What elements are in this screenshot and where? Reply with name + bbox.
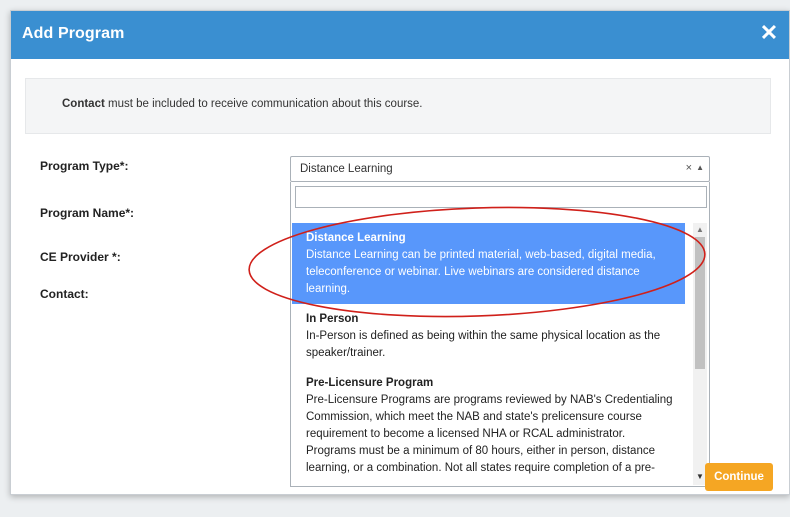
add-program-modal: Add Program ✕ Contact must be included t… [10,10,790,495]
clear-icon[interactable]: × [686,162,692,174]
option-description: Pre-Licensure Programs are programs revi… [306,394,673,474]
scrollbar-thumb[interactable] [695,237,705,369]
arrow-up-icon[interactable]: ▲ [696,163,704,172]
scroll-down-icon[interactable]: ▼ [696,472,704,481]
options-list: Distance Learning Distance Learning can b… [292,223,685,485]
option-item[interactable]: Distance Learning Distance Learning can b… [292,223,685,304]
notice-text: Contact must be included to receive comm… [62,98,423,110]
contact-notice: Contact must be included to receive comm… [25,78,771,134]
option-title: In Person [306,313,359,325]
program-type-label: Program Type*: [40,159,129,173]
program-type-dropdown: Distance Learning Distance Learning can b… [290,182,710,487]
ce-provider-label: CE Provider *: [40,250,121,264]
program-type-select[interactable]: Distance Learning × ▲ [290,156,710,182]
option-title: Distance Learning [306,232,406,244]
modal-header: Add Program ✕ [11,11,789,59]
notice-rest: must be included to receive communicatio… [104,98,423,110]
dropdown-scrollbar[interactable]: ▲ ▼ [693,223,707,485]
option-title: Pre-Licensure Program [306,377,434,389]
selected-value: Distance Learning [300,163,393,175]
contact-label: Contact: [40,287,89,301]
option-description: In-Person is defined as being within the… [306,330,661,359]
option-item[interactable]: Pre-Licensure Program Pre-Licensure Progr… [292,368,685,483]
notice-bold: Contact [62,98,105,110]
option-item[interactable]: In Person In-Person is defined as being w… [292,304,685,368]
dropdown-search-input[interactable] [295,186,707,208]
option-description: Distance Learning can be printed materia… [306,249,656,295]
continue-button[interactable]: Continue [705,463,773,491]
program-name-label: Program Name*: [40,206,135,220]
close-icon[interactable]: ✕ [757,21,781,45]
modal-title: Add Program [22,25,125,42]
scroll-up-icon[interactable]: ▲ [696,225,704,234]
